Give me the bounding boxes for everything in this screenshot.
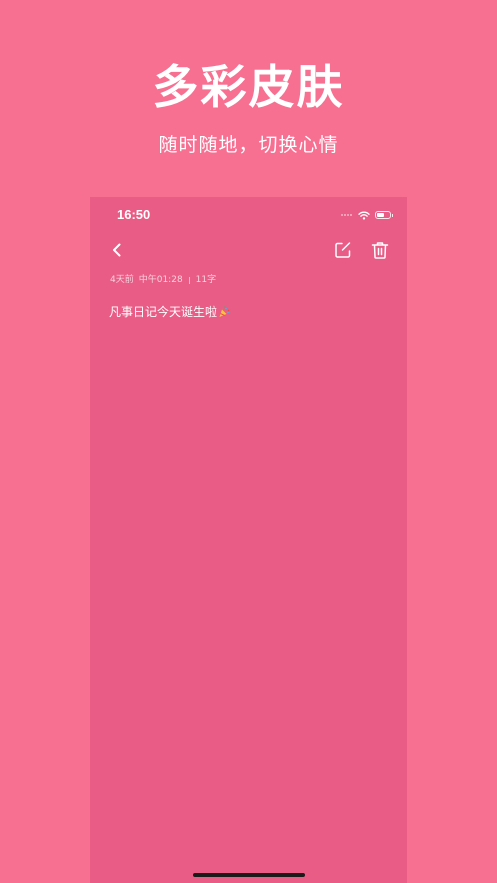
note-time: 中午01:28 xyxy=(138,275,183,285)
note-body[interactable]: 凡事日记今天诞生啦 xyxy=(109,302,230,322)
note-date: 4天前 xyxy=(110,275,134,285)
delete-button[interactable] xyxy=(369,239,391,261)
promo-headline: 多彩皮肤 xyxy=(152,60,345,114)
back-button[interactable] xyxy=(106,239,128,261)
battery-icon xyxy=(375,211,393,219)
phone-screen: 16:50 4天前 中午01:28 11字 凡事日记今天诞生啦 xyxy=(90,197,407,883)
note-meta: 4天前 中午01:28 11字 xyxy=(110,273,216,287)
cellular-signal-icon xyxy=(341,214,353,216)
wifi-icon xyxy=(358,211,370,220)
trash-icon xyxy=(371,242,389,259)
status-icons xyxy=(341,208,393,222)
note-char-count: 11字 xyxy=(195,275,217,285)
home-indicator[interactable] xyxy=(193,873,305,877)
note-body-text: 凡事日记今天诞生啦 xyxy=(109,305,218,319)
edit-icon xyxy=(335,242,351,258)
status-time: 16:50 xyxy=(117,207,151,222)
party-popper-icon xyxy=(218,306,230,318)
meta-divider xyxy=(188,276,190,284)
promo-subline: 随时随地，切换心情 xyxy=(158,134,339,156)
edit-button[interactable] xyxy=(332,239,354,261)
back-chevron-icon xyxy=(113,243,121,257)
